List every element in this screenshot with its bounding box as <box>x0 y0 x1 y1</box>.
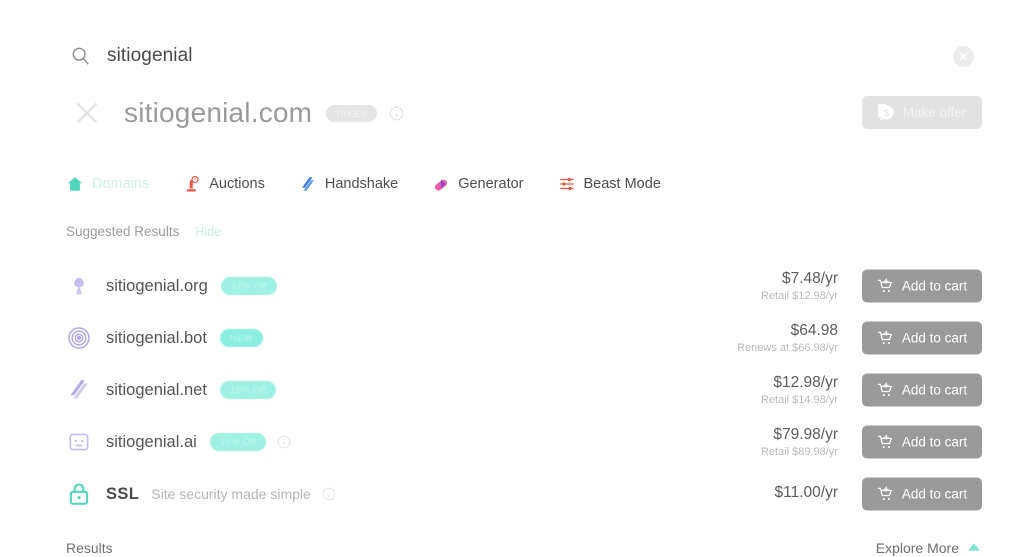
chevron-up-icon <box>966 540 982 556</box>
search-icon <box>70 45 92 67</box>
close-icon[interactable] <box>72 98 102 128</box>
search-bar[interactable]: sitiogenial <box>0 28 1024 84</box>
domain-name: sitiogenial.ai <box>106 432 197 451</box>
status-badge: TAKEN <box>326 104 377 122</box>
add-to-cart-button[interactable]: Add to cart <box>862 425 982 459</box>
tab-beast-mode-label: Beast Mode <box>583 176 661 192</box>
product-name: SSL <box>106 484 140 503</box>
price: $12.98/yr <box>773 374 838 391</box>
page-title: sitiogenial.com <box>124 97 313 128</box>
add-to-cart-button[interactable]: Add to cart <box>862 373 982 407</box>
discount-badge: 15% Off <box>219 381 277 399</box>
capsule-icon <box>432 175 450 193</box>
table-row[interactable]: sitiogenial.net 15% Off $12.98/yr Retail… <box>0 364 1024 416</box>
tab-auctions[interactable]: Auctions <box>183 175 265 193</box>
lock-icon <box>66 481 92 507</box>
price: $79.98/yr <box>773 426 838 443</box>
tab-domains[interactable]: Domains <box>66 175 149 193</box>
org-plant-icon <box>66 273 92 299</box>
gavel-icon <box>183 175 201 193</box>
product-subtitle: Site security made simple <box>151 486 311 502</box>
ai-robot-icon <box>66 429 92 455</box>
table-row[interactable]: sitiogenial.org 42% Off $7.48/yr Retail … <box>0 260 1024 312</box>
domain-name: sitiogenial.net <box>106 380 207 399</box>
info-icon[interactable] <box>322 487 336 501</box>
price-block: $79.98/yr Retail $89.98/yr <box>761 426 838 458</box>
table-row[interactable]: sitiogenial.ai 17% Off $79.98/yr Retail … <box>0 416 1024 468</box>
new-badge: NEW <box>219 329 263 347</box>
tab-auctions-label: Auctions <box>209 176 265 192</box>
cart-plus-icon <box>877 278 894 295</box>
info-icon[interactable] <box>389 106 404 121</box>
price-subtext: Retail $89.98/yr <box>760 446 838 458</box>
add-to-cart-label: Add to cart <box>901 278 968 294</box>
domain-name: sitiogenial.org <box>106 276 208 295</box>
tab-beast-mode[interactable]: Beast Mode <box>558 175 661 193</box>
cart-plus-icon <box>877 330 894 347</box>
domain-name: sitiogenial.bot <box>106 328 207 347</box>
price-subtext: Retail $14.98/yr <box>760 394 838 406</box>
cart-plus-icon <box>877 434 894 451</box>
price-block: $12.98/yr Retail $14.98/yr <box>761 374 838 406</box>
discount-badge: 42% Off <box>220 277 278 295</box>
price: $7.48/yr <box>781 270 838 287</box>
tab-domains-label: Domains <box>92 176 150 192</box>
bot-target-icon <box>66 325 92 351</box>
results-label: Results <box>66 540 113 556</box>
offer-bubble-icon: S <box>874 103 895 121</box>
info-icon[interactable] <box>277 435 291 449</box>
tab-handshake[interactable]: Handshake <box>299 175 398 193</box>
hide-suggested-link[interactable]: Hide <box>195 225 221 239</box>
add-to-cart-button[interactable]: Add to cart <box>862 477 982 511</box>
explore-more-button[interactable]: Explore More <box>876 540 982 556</box>
cart-plus-icon <box>877 382 894 399</box>
tab-generator-label: Generator <box>458 176 524 192</box>
house-icon <box>66 175 84 193</box>
price-subtext: Renews at $66.98/yr <box>737 342 838 354</box>
add-to-cart-label: Add to cart <box>901 330 968 346</box>
domain-search-page: sitiogenial sitiogenial.com TAKEN S Make <box>0 0 1024 557</box>
price-subtext: Retail $12.98/yr <box>760 290 838 302</box>
sliders-icon <box>558 175 576 193</box>
clear-search-button[interactable] <box>953 46 974 67</box>
make-offer-label: Make offer <box>902 105 967 120</box>
add-to-cart-label: Add to cart <box>901 434 968 450</box>
add-to-cart-label: Add to cart <box>901 382 968 398</box>
add-to-cart-label: Add to cart <box>901 486 968 502</box>
add-to-cart-button[interactable]: Add to cart <box>862 321 982 355</box>
suggested-results-title: Suggested Results <box>66 224 180 239</box>
svg-text:S: S <box>884 108 889 117</box>
results-list: sitiogenial.org 42% Off $7.48/yr Retail … <box>0 260 1024 520</box>
add-to-cart-button[interactable]: Add to cart <box>862 269 982 303</box>
tab-bar: Domains Auctions Handshake Generator Bea… <box>66 175 661 193</box>
price-block: $7.48/yr Retail $12.98/yr <box>761 270 838 302</box>
table-row[interactable]: SSL Site security made simple $11.00/yr <box>0 468 1024 520</box>
handshake-icon <box>299 175 317 193</box>
table-row[interactable]: sitiogenial.bot NEW $64.98 Renews at $66… <box>0 312 1024 364</box>
tab-generator[interactable]: Generator <box>432 175 524 193</box>
discount-badge: 17% Off <box>209 433 267 451</box>
results-footer: Results Explore More <box>0 540 1024 557</box>
price: $11.00/yr <box>774 484 838 501</box>
suggested-results-header: Suggested Results Hide <box>66 224 221 239</box>
explore-more-label: Explore More <box>875 540 959 556</box>
price: $64.98 <box>790 322 838 339</box>
net-swoosh-icon <box>66 377 92 403</box>
search-input[interactable]: sitiogenial <box>107 45 193 67</box>
tab-handshake-label: Handshake <box>324 176 399 192</box>
make-offer-button[interactable]: S Make offer <box>862 96 982 129</box>
price-block: $64.98 Renews at $66.98/yr <box>737 322 838 354</box>
cart-plus-icon <box>877 486 894 503</box>
price-block: $11.00/yr <box>775 484 838 504</box>
